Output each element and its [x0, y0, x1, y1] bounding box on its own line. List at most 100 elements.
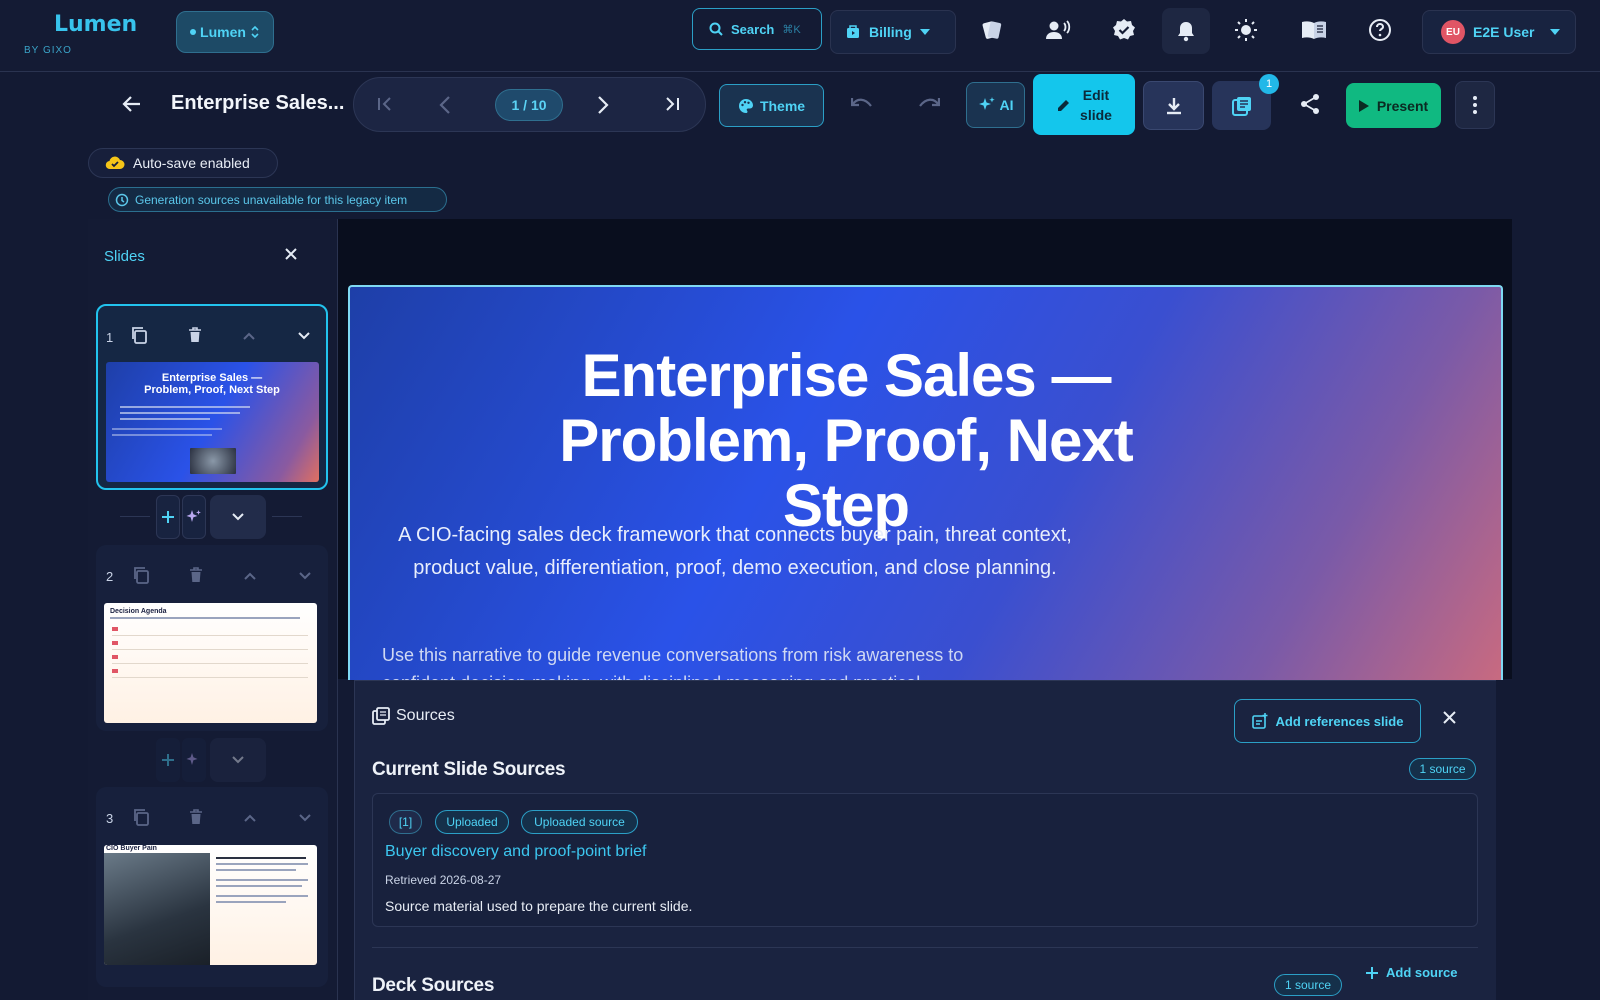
add-note-icon — [1251, 713, 1268, 729]
add-slide-button[interactable] — [156, 738, 180, 782]
duplicate-slide-button[interactable] — [130, 326, 148, 344]
insert-options-button[interactable] — [210, 738, 266, 782]
delete-slide-button[interactable] — [188, 327, 202, 343]
thumb-line — [112, 428, 222, 430]
slide-subtitle[interactable]: A CIO-facing sales deck framework that c… — [390, 519, 1080, 585]
add-references-slide-button[interactable]: Add references slide — [1234, 699, 1421, 743]
sources-panel: Sources Add references slide Current Sli… — [354, 680, 1496, 1000]
help-icon[interactable] — [1366, 16, 1394, 44]
thumb-image — [104, 853, 210, 965]
prev-slide-button[interactable] — [439, 95, 451, 115]
sources-icon — [372, 707, 390, 725]
move-up-button[interactable] — [244, 814, 256, 822]
delete-slide-button[interactable] — [189, 567, 203, 583]
slide-card-1[interactable]: 1 Enterprise Sales — Problem, Proof, Nex… — [96, 304, 328, 490]
sources-close-button[interactable] — [1443, 711, 1456, 724]
move-up-button[interactable] — [243, 332, 255, 340]
trash-icon — [190, 809, 202, 824]
undo-button[interactable] — [851, 96, 873, 110]
duplicate-slide-button[interactable] — [132, 566, 150, 584]
plus-icon — [162, 511, 174, 523]
delete-slide-button[interactable] — [189, 809, 203, 825]
ai-button[interactable]: AI — [966, 82, 1025, 128]
source-card[interactable]: [1] Uploaded Uploaded source Buyer disco… — [372, 793, 1478, 927]
slide-body[interactable]: Use this narrative to guide revenue conv… — [382, 641, 1022, 680]
theme-toggle-icon[interactable] — [1232, 16, 1260, 44]
history-icon — [115, 193, 129, 206]
edit-slide-button[interactable]: Edit slide — [1033, 74, 1135, 135]
download-button[interactable] — [1143, 81, 1204, 130]
sparkles-icon — [978, 97, 995, 110]
sparkles-icon — [186, 753, 198, 765]
thumb-row — [112, 667, 308, 678]
autosave-label: Auto-save enabled — [133, 155, 250, 171]
user-menu[interactable]: EU E2E User — [1422, 10, 1576, 54]
present-button[interactable]: Present — [1346, 83, 1441, 128]
first-slide-button[interactable] — [377, 96, 393, 112]
sidebar-title: Slides — [104, 248, 145, 265]
notifications-button[interactable] — [1162, 8, 1210, 54]
deck-sources-heading: Deck Sources — [372, 975, 495, 996]
add-references-label: Add references slide — [1275, 713, 1404, 729]
deck-title[interactable]: Enterprise Sales... — [171, 92, 344, 115]
back-button[interactable] — [122, 94, 142, 114]
thumb-row — [112, 639, 308, 650]
more-options-button[interactable] — [1455, 81, 1495, 129]
slide-preview[interactable]: Enterprise Sales — Problem, Proof, Next … — [348, 285, 1503, 680]
slide-card-2[interactable]: 2 Decision Agenda — [96, 545, 328, 731]
sidebar-close-button[interactable] — [284, 247, 298, 261]
palette-icon — [738, 98, 753, 113]
duplicate-slide-button[interactable] — [132, 808, 150, 826]
move-down-button[interactable] — [299, 814, 311, 822]
slide-card-3[interactable]: 3 CIO Buyer Pain — [96, 787, 328, 987]
source-title-link[interactable]: Buyer discovery and proof-point brief — [385, 843, 646, 861]
arrow-left-icon — [122, 96, 140, 112]
share-button[interactable] — [1294, 86, 1326, 122]
billing-button[interactable]: Billing — [830, 10, 956, 54]
search-button[interactable]: Search ⌘K — [692, 8, 822, 50]
deck-source-count: 1 source — [1274, 974, 1342, 996]
chevron-down-icon — [298, 332, 310, 340]
slide-thumbnail-3: CIO Buyer Pain — [104, 845, 317, 965]
source-description: Source material used to prepare the curr… — [385, 898, 693, 914]
thumb-line — [216, 879, 308, 881]
redo-icon — [919, 98, 940, 107]
search-shortcut: ⌘K — [782, 23, 801, 36]
voice-icon[interactable] — [1044, 16, 1072, 44]
docs-book-icon[interactable] — [1300, 16, 1328, 44]
workspace-switcher[interactable]: Lumen — [176, 11, 274, 53]
trash-icon — [189, 327, 201, 342]
chevron-down-icon — [232, 513, 244, 521]
insert-options-button[interactable] — [210, 495, 266, 539]
slide-thumbnail-1: Enterprise Sales — Problem, Proof, Next … — [106, 362, 319, 482]
page-indicator[interactable]: 1 / 10 — [495, 89, 563, 121]
insert-slide-row — [96, 738, 328, 782]
add-slide-button[interactable] — [156, 495, 180, 539]
slide-number: 3 — [106, 811, 114, 826]
move-down-button[interactable] — [299, 572, 311, 580]
last-slide-button[interactable] — [664, 96, 680, 112]
source-retrieved-date: Retrieved 2026-08-27 — [385, 873, 502, 887]
chevron-left-icon — [439, 96, 450, 114]
next-slide-button[interactable] — [597, 95, 609, 115]
cards-icon[interactable] — [978, 16, 1006, 44]
verified-icon[interactable] — [1110, 16, 1138, 44]
chevron-up-icon — [244, 814, 256, 822]
ai-add-slide-button[interactable] — [182, 495, 206, 539]
sources-icon — [1231, 96, 1251, 116]
slide-title[interactable]: Enterprise Sales — Problem, Proof, Next … — [490, 343, 1202, 538]
add-source-button[interactable]: Add source — [1366, 965, 1458, 980]
redo-button[interactable] — [918, 96, 940, 110]
move-down-button[interactable] — [298, 332, 310, 340]
ai-add-slide-button[interactable] — [182, 738, 206, 782]
brand-logo[interactable]: Lumen — [54, 12, 137, 37]
slide-thumbnail-2: Decision Agenda — [104, 603, 317, 723]
move-up-button[interactable] — [244, 572, 256, 580]
theme-label: Theme — [759, 97, 806, 114]
bell-icon — [1178, 22, 1194, 42]
source-tag-uploaded: Uploaded — [435, 810, 509, 834]
theme-button[interactable]: Theme — [719, 84, 824, 127]
chevron-right-icon — [598, 96, 609, 114]
trash-icon — [190, 567, 202, 582]
copy-icon — [132, 327, 147, 344]
